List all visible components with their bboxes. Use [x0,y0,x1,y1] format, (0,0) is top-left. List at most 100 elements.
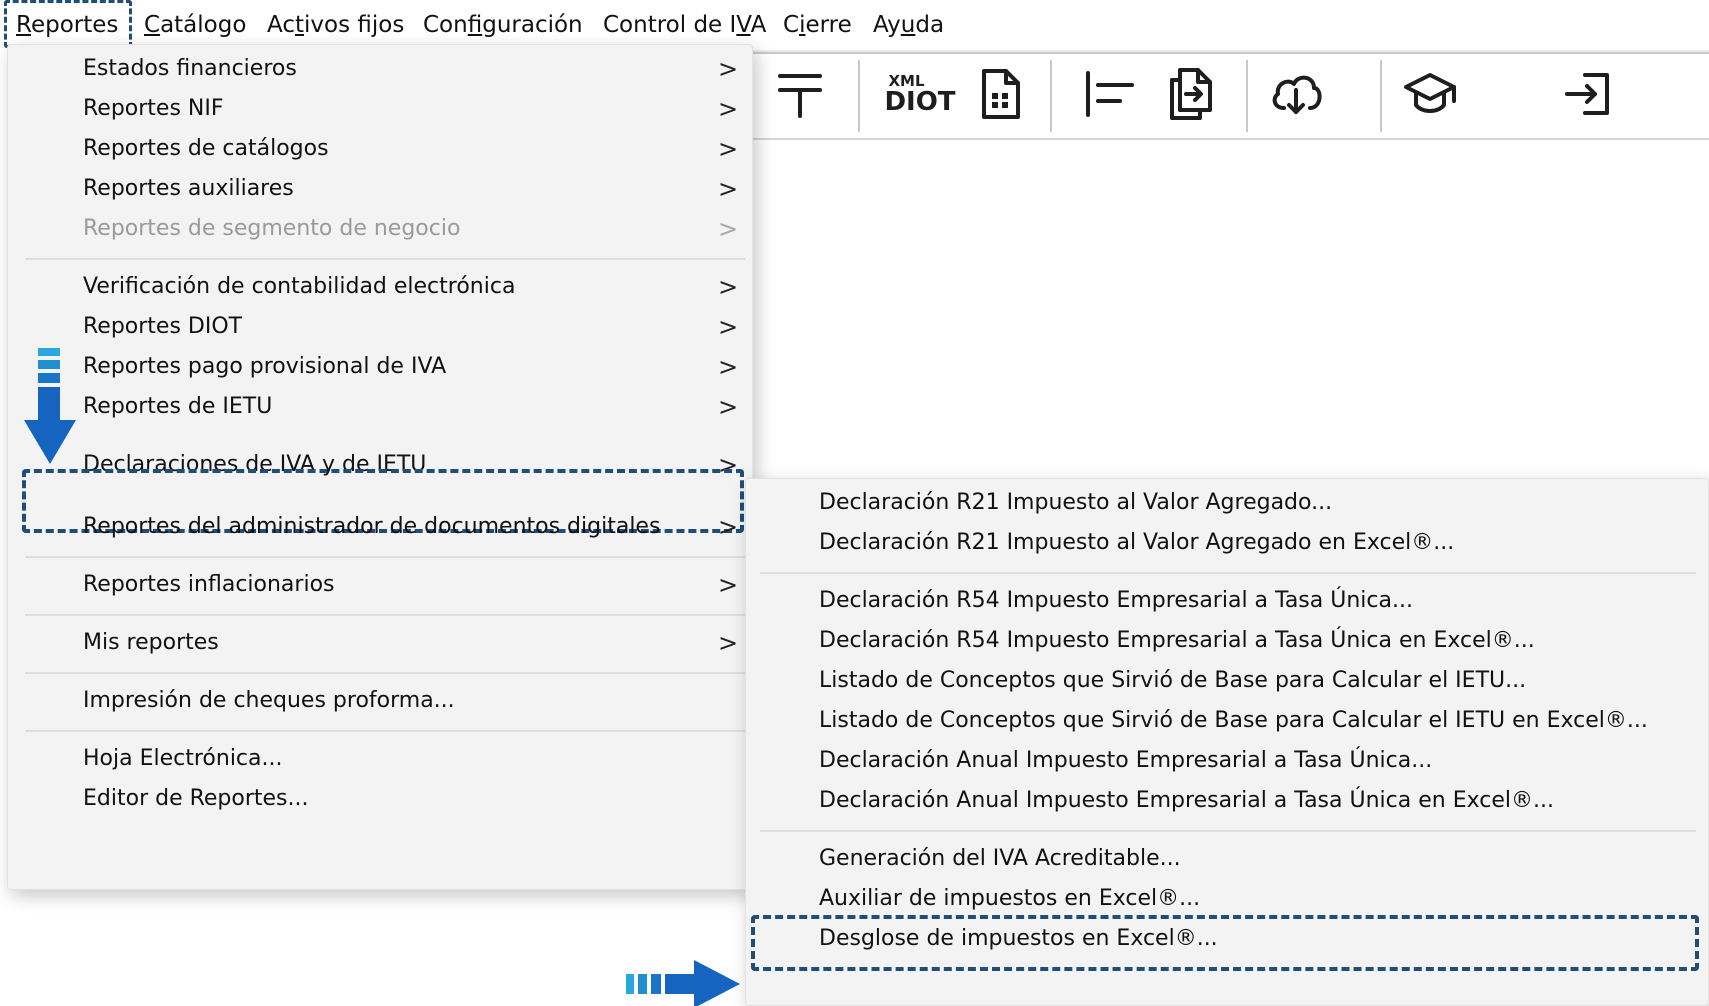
menu-iva-label-mnemonic: V [736,12,751,38]
chevron-right-icon: > [718,95,739,123]
menu-divider [25,730,745,732]
submenu-item-listado-conceptos[interactable]: Listado de Conceptos que Sirvió de Base … [746,661,1709,701]
menu-item-reportes-admin-documentos[interactable]: Reportes del administrador de documentos… [8,507,754,547]
reportes-dropdown-menu: Estados financieros > Reportes NIF > Rep… [7,44,753,890]
toolbar-separator [1246,60,1248,132]
submenu-item-label: Auxiliar de impuestos en Excel®... [819,886,1201,911]
menu-item-reportes-auxiliares[interactable]: Reportes auxiliares > [8,169,754,209]
chevron-right-icon: > [718,135,739,163]
menu-item-reportes-inflacionarios[interactable]: Reportes inflacionarios > [8,565,754,605]
menu-config-label-pre: Con [423,12,468,38]
submenu-item-declaracion-anual[interactable]: Declaración Anual Impuesto Empresarial a… [746,741,1709,781]
graduation-cap-icon[interactable] [1400,64,1460,124]
menubar: Reportes Catálogo Activos fijos Configur… [0,0,1709,50]
menu-iva-label-pre: Control de I [603,12,737,38]
menu-item-editor-reportes[interactable]: Editor de Reportes... [8,779,754,819]
menu-item-label: Reportes NIF [83,96,224,121]
menu-item-label: Reportes del administrador de documentos… [83,514,661,539]
chevron-right-icon: > [718,393,739,421]
menu-configuracion[interactable]: Configuración [421,10,585,40]
menu-item-reportes-catalogos[interactable]: Reportes de catálogos > [8,129,754,169]
tax-symbol-icon[interactable] [770,64,830,124]
chevron-right-icon: > [718,513,739,541]
menu-item-reportes-ietu[interactable]: Reportes de IETU > [8,387,754,427]
cloud-download-icon[interactable] [1266,64,1326,124]
document-export-icon[interactable] [1160,64,1220,124]
menu-item-label: Reportes DIOT [83,314,243,339]
menu-ayuda[interactable]: Ayuda [871,10,946,40]
menu-ayuda-label-post: da [915,12,945,38]
menu-iva-label-post: A [750,12,767,38]
chevron-right-icon: > [718,215,739,243]
menu-divider [25,614,745,616]
menu-item-reportes-diot[interactable]: Reportes DIOT > [8,307,754,347]
toolbar-separator [1050,60,1052,132]
sign-in-icon[interactable] [1558,64,1618,124]
menu-item-label: Estados financieros [83,56,297,81]
menu-item-label: Reportes pago provisional de IVA [83,354,447,379]
submenu-item-label: Listado de Conceptos que Sirvió de Base … [819,708,1648,733]
menu-divider [760,830,1696,832]
submenu-item-label: Declaración R54 Impuesto Empresarial a T… [819,628,1535,653]
menu-item-label: Reportes de IETU [83,394,273,419]
menu-item-reportes-nif[interactable]: Reportes NIF > [8,89,754,129]
submenu-item-label: Declaración R54 Impuesto Empresarial a T… [819,588,1413,613]
submenu-item-listado-conceptos-excel[interactable]: Listado de Conceptos que Sirvió de Base … [746,701,1709,741]
menu-divider [25,556,745,558]
align-left-icon[interactable] [1080,64,1140,124]
submenu-item-declaracion-anual-excel[interactable]: Declaración Anual Impuesto Empresarial a… [746,781,1709,821]
submenu-item-auxiliar-impuestos-excel[interactable]: Auxiliar de impuestos en Excel®... [746,879,1709,919]
menu-catalogo[interactable]: Catálogo [142,10,248,40]
submenu-item-label: Declaración Anual Impuesto Empresarial a… [819,788,1554,813]
menu-item-label: Verificación de contabilidad electrónica [83,274,516,299]
menu-ayuda-label-pre: Ay [873,12,901,38]
menu-item-hoja-electronica[interactable]: Hoja Electrónica... [8,739,754,779]
chevron-right-icon: > [718,175,739,203]
menu-activos-label-mnemonic: t [294,12,305,38]
submenu-item-generacion-iva-acreditable[interactable]: Generación del IVA Acreditable... [746,839,1709,879]
submenu-item-r54-ietu[interactable]: Declaración R54 Impuesto Empresarial a T… [746,581,1709,621]
chevron-right-icon: > [718,313,739,341]
menu-item-impresion-cheques[interactable]: Impresión de cheques proforma... [8,681,754,721]
submenu-item-r21-iva-excel[interactable]: Declaración R21 Impuesto al Valor Agrega… [746,523,1709,563]
menu-item-label: Reportes auxiliares [83,176,294,201]
toolbar-separator [1380,60,1382,132]
menu-divider [25,258,745,260]
menu-item-label: Reportes inflacionarios [83,572,335,597]
submenu-item-label: Generación del IVA Acreditable... [819,846,1181,871]
menu-cierre-label-pre: C [783,12,800,38]
menu-item-label: Reportes de segmento de negocio [83,216,461,241]
menu-catalogo-label-mnemonic: C [144,12,161,38]
document-grid-icon[interactable] [970,64,1030,124]
menu-reportes-highlight [4,0,132,48]
annotation-highlight-box [751,915,1699,971]
menu-item-reportes-pago-iva[interactable]: Reportes pago provisional de IVA > [8,347,754,387]
menu-item-label: Hoja Electrónica... [83,746,283,771]
submenu-item-r21-iva[interactable]: Declaración R21 Impuesto al Valor Agrega… [746,483,1709,523]
xml-diot-icon-big-text: DIOT [884,86,956,117]
menu-item-estados-financieros[interactable]: Estados financieros > [8,49,754,89]
xml-diot-icon[interactable]: XML DIOT [884,64,955,124]
menu-item-label: Impresión de cheques proforma... [83,688,455,713]
menu-control-iva[interactable]: Control de IVA [601,10,768,40]
menu-cierre[interactable]: Cierre [781,10,854,40]
menu-item-mis-reportes[interactable]: Mis reportes > [8,623,754,663]
menu-config-label-mnemonic: f [467,12,483,38]
menu-item-label: Mis reportes [83,630,219,655]
toolbar: XML DIOT [740,52,1709,140]
menu-activos-label-post: ivos fijos [304,12,405,38]
menu-item-label: Editor de Reportes... [83,786,309,811]
submenu-item-r54-ietu-excel[interactable]: Declaración R54 Impuesto Empresarial a T… [746,621,1709,661]
menu-reportes[interactable]: Reportes [4,0,132,48]
chevron-right-icon: > [718,629,739,657]
toolbar-separator [858,60,860,132]
menu-ayuda-label-mnemonic: u [900,12,916,38]
chevron-right-icon: > [718,353,739,381]
menu-cierre-label-post: erre [805,12,852,38]
submenu-item-label: Declaración R21 Impuesto al Valor Agrega… [819,530,1455,555]
menu-item-verificacion-contabilidad[interactable]: Verificación de contabilidad electrónica… [8,267,754,307]
menu-item-label: Reportes de catálogos [83,136,329,161]
menu-activos-fijos[interactable]: Activos fijos [265,10,406,40]
menu-item-reportes-segmento-negocio: Reportes de segmento de negocio > [8,209,754,249]
menu-activos-label-pre: Ac [267,12,295,38]
